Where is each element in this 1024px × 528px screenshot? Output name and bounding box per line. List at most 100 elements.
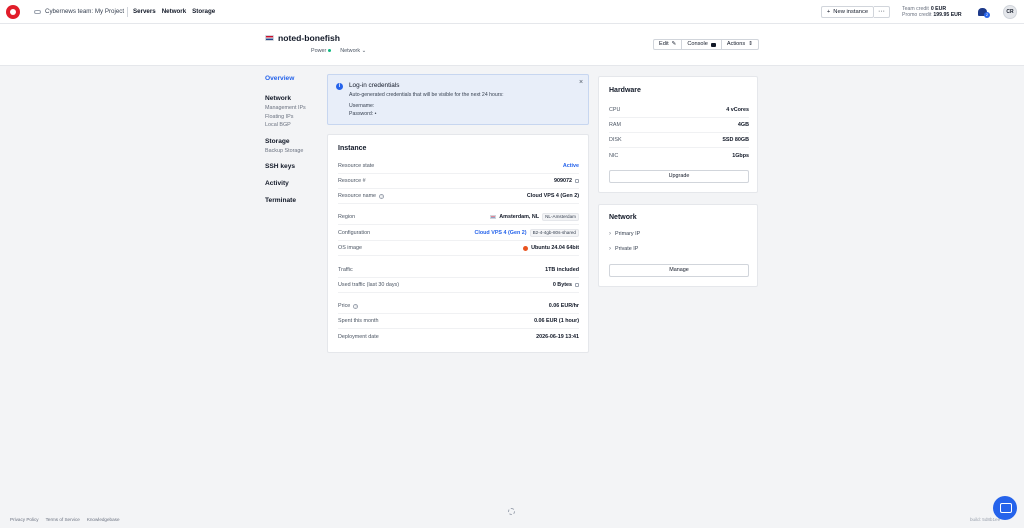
copy-icon[interactable] (575, 179, 579, 183)
row-price: Price? 0.06 EUR/hr (338, 299, 579, 314)
power-status[interactable]: Power (311, 48, 332, 54)
chat-support-icon[interactable] (993, 496, 1017, 520)
footer-links: Privacy Policy Terms of Service Knowledg… (10, 517, 120, 522)
download-icon[interactable] (575, 283, 579, 287)
row-label: NIC (609, 152, 619, 159)
status-dot-icon (328, 49, 332, 53)
nav-storage-section[interactable]: Storage (265, 138, 325, 145)
row-label: Used traffic (last 30 days) (338, 282, 400, 288)
row-label: CPU (609, 107, 621, 113)
network-label: Network (340, 48, 361, 54)
avatar[interactable]: CR (1003, 5, 1017, 19)
private-ip-label: Private IP (615, 246, 639, 252)
side-nav: Overview Network Management IPs Floating… (265, 75, 325, 207)
project-name: Cybernews team: My Project (45, 8, 125, 15)
knowledgebase-link[interactable]: Knowledgebase (87, 517, 120, 522)
new-instance-label: New instance (833, 9, 869, 15)
netherlands-flag-icon (265, 35, 274, 41)
promo-credit-value: 199.95 EUR (933, 12, 962, 19)
team-credit-label: Team credit (902, 6, 929, 12)
row-used-traffic: Used traffic (last 30 days) 0 Bytes (338, 278, 579, 293)
row-label: Spent this month (338, 318, 379, 324)
console-label: Console (687, 41, 708, 47)
top-bar: Cybernews team: My Project Servers Netwo… (0, 0, 1024, 24)
row-resource-number: Resource # 909072 (338, 174, 579, 189)
network-dropdown[interactable]: Network ⌄ (340, 48, 366, 54)
chevron-down-icon: ⌄ (361, 48, 367, 54)
nav-storage[interactable]: Storage (192, 8, 215, 15)
row-nic: NIC 1Gbps (609, 148, 749, 163)
build-info: build: 5d8b1ee (970, 517, 1001, 522)
new-instance-button[interactable]: + New instance (821, 6, 874, 18)
row-deployment-date: Deployment date 2026-06-19 13:41 (338, 329, 579, 344)
project-selector[interactable]: Cybernews team: My Project (34, 8, 124, 15)
nav-ssh-keys[interactable]: SSH keys (265, 163, 325, 170)
notice-text: Auto-generated credentials that will be … (349, 92, 504, 98)
notification-badge: 2 (984, 12, 990, 18)
primary-ip-item[interactable]: › Primary IP (609, 231, 640, 237)
instance-title: Instance (338, 145, 367, 152)
row-spent-month: Spent this month 0.06 EUR (1 hour) (338, 314, 579, 329)
nav-management-ips[interactable]: Management IPs (265, 105, 325, 111)
row-os-image: OS image Ubuntu 24.04 64bit (338, 241, 579, 256)
main-nav: Servers Network Storage (133, 8, 215, 15)
nav-overview[interactable]: Overview (265, 75, 325, 82)
more-options-button[interactable]: ··· (874, 6, 890, 18)
header-button-group: Edit ✎ Console Actions ⇕ (653, 39, 759, 50)
row-label: Configuration (338, 230, 371, 236)
row-value: 909072 (554, 178, 572, 184)
nav-network-section[interactable]: Network (265, 95, 325, 102)
password-value[interactable]: • (375, 111, 377, 117)
nav-backup-storage[interactable]: Backup Storage (265, 148, 325, 154)
password-line: Password: • (349, 111, 377, 117)
row-value: 1TB included (545, 267, 579, 273)
brand-logo-icon[interactable] (6, 5, 20, 19)
row-label: Price (338, 303, 351, 309)
row-resource-state: Resource state Active (338, 159, 579, 174)
private-ip-item[interactable]: › Private IP (609, 246, 638, 252)
username-label: Username: (349, 103, 375, 109)
row-value: 1Gbps (732, 152, 749, 159)
row-cpu: CPU 4 vCores (609, 103, 749, 118)
region-tag: NL-Amsterdam (542, 213, 579, 221)
divider (127, 7, 128, 17)
edit-button[interactable]: Edit ✎ (654, 40, 683, 49)
manage-button[interactable]: Manage (609, 264, 749, 277)
nav-floating-ips[interactable]: Floating IPs (265, 114, 325, 120)
actions-dropdown[interactable]: Actions ⇕ (722, 40, 758, 49)
row-value: 4 vCores (726, 107, 749, 113)
configuration-link[interactable]: Cloud VPS 4 (Gen 2) (474, 230, 526, 236)
nav-activity[interactable]: Activity (265, 180, 325, 187)
cloud-icon (34, 9, 41, 14)
close-icon[interactable]: × (579, 79, 583, 86)
help-icon[interactable]: ? (353, 303, 359, 309)
notice-title: Log-in credentials (349, 82, 400, 89)
nav-servers[interactable]: Servers (133, 8, 156, 15)
pencil-icon: ✎ (671, 41, 677, 47)
config-tag: B2-4-4gb-80s-shared (529, 229, 579, 237)
credits-panel: Team credit 0 EUR Promo credit 199.95 EUR (902, 6, 962, 19)
credentials-notice: i Log-in credentials Auto-generated cred… (327, 74, 589, 125)
row-label: Resource state (338, 163, 375, 169)
row-value: 0.06 EUR/hr (548, 303, 579, 309)
nav-local-bgp[interactable]: Local BGP (265, 122, 325, 128)
chevron-right-icon: › (609, 246, 611, 252)
password-label: Password: (349, 111, 374, 117)
privacy-policy-link[interactable]: Privacy Policy (10, 517, 39, 522)
nav-terminate[interactable]: Terminate (265, 197, 325, 204)
row-value: Cloud VPS 4 (Gen 2) (526, 193, 579, 199)
network-card: Network › Primary IP › Private IP Manage (598, 204, 758, 287)
info-icon: i (336, 83, 343, 90)
nav-network[interactable]: Network (162, 8, 186, 15)
netherlands-flag-icon (490, 215, 497, 219)
row-value: SSD 80GB (722, 137, 749, 143)
console-button[interactable]: Console (682, 40, 722, 49)
power-label: Power (311, 48, 327, 54)
hardware-card: Hardware CPU 4 vCores RAM 4GB DISK SSD 8… (598, 76, 758, 193)
help-icon[interactable]: ? (379, 193, 385, 199)
row-value: 2026-06-19 13:41 (536, 333, 579, 340)
upgrade-button[interactable]: Upgrade (609, 170, 749, 183)
edit-label: Edit (659, 41, 669, 47)
chevron-right-icon: › (609, 231, 611, 237)
terms-of-service-link[interactable]: Terms of Service (46, 517, 80, 522)
